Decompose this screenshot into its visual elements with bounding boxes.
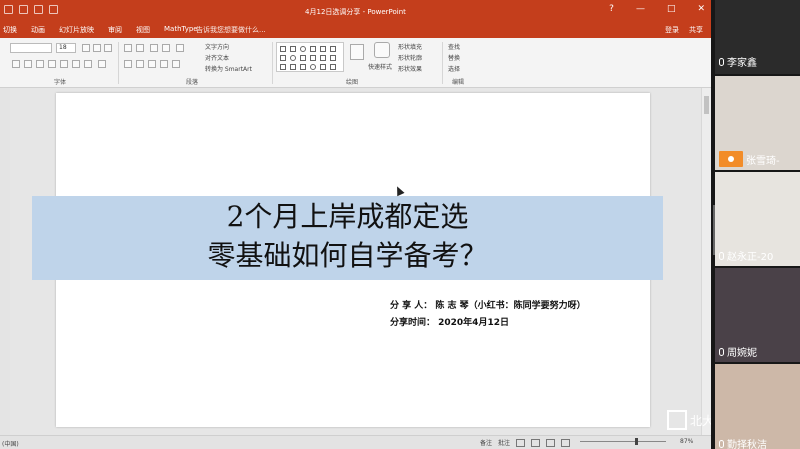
- bold-icon[interactable]: [12, 60, 20, 68]
- slide-title-line-2[interactable]: 零基础如何自学备考？: [32, 240, 663, 272]
- select-button[interactable]: 选择: [448, 64, 460, 73]
- quick-styles-icon[interactable]: [374, 42, 390, 58]
- numbering-icon[interactable]: [136, 44, 144, 52]
- zoom-slider-knob[interactable]: [635, 438, 638, 445]
- slide-title-line-1[interactable]: 2个月上岸成都定选: [32, 201, 663, 233]
- mic-icon: [719, 439, 724, 448]
- title-bar: 4月12日选调分享 - PowerPoint ? — □ ✕: [0, 0, 711, 22]
- comments-button[interactable]: 批注: [498, 438, 510, 447]
- participant-tile[interactable]: 勤择秋洁: [715, 364, 800, 449]
- decrease-indent-icon[interactable]: [150, 44, 158, 52]
- date-line[interactable]: 分享时间： 2020年4月12日: [390, 315, 509, 328]
- justify-icon[interactable]: [160, 60, 168, 68]
- tell-me-search[interactable]: 告诉我您想要做什么...: [196, 25, 266, 35]
- tab-animations[interactable]: 动画: [31, 25, 45, 35]
- grow-font-icon[interactable]: [82, 44, 90, 52]
- share-button[interactable]: 共享: [689, 25, 703, 35]
- mic-icon: [719, 251, 724, 260]
- participant-name: 张雪琦-: [719, 151, 780, 167]
- participant-name: 李家鑫: [719, 54, 757, 69]
- smartart-button[interactable]: 转换为 SmartArt: [205, 64, 252, 73]
- underline-icon[interactable]: [36, 60, 44, 68]
- window-controls: ? — □ ✕: [609, 4, 705, 14]
- tab-review[interactable]: 审阅: [108, 25, 122, 35]
- close-button[interactable]: ✕: [697, 4, 705, 14]
- tab-transitions[interactable]: 切换: [3, 25, 17, 35]
- tab-slideshow[interactable]: 幻灯片放映: [59, 25, 94, 35]
- ribbon-tab-bar: 切换 动画 幻灯片放映 审阅 视图 MathType 告诉我您想要做什么... …: [0, 22, 711, 38]
- zoom-level[interactable]: 87%: [680, 438, 693, 445]
- char-spacing-icon[interactable]: [72, 60, 80, 68]
- align-text-button[interactable]: 对齐文本: [205, 53, 229, 62]
- scrollbar-thumb[interactable]: [704, 96, 709, 114]
- group-label-editing: 编辑: [452, 79, 465, 86]
- normal-view-icon[interactable]: [516, 438, 526, 447]
- minimize-button[interactable]: —: [636, 4, 645, 14]
- tab-view[interactable]: 视图: [136, 25, 150, 35]
- find-button[interactable]: 查找: [448, 42, 460, 51]
- zoom-slider[interactable]: [580, 438, 666, 445]
- columns-icon[interactable]: [172, 60, 180, 68]
- shadow-icon[interactable]: [48, 60, 56, 68]
- shape-outline-button[interactable]: 形状轮廓: [398, 53, 422, 62]
- ribbon-separator: [442, 42, 443, 84]
- vertical-scrollbar[interactable]: [701, 88, 711, 435]
- slide-sorter-icon[interactable]: [531, 438, 541, 447]
- shape-effects-button[interactable]: 形状效果: [398, 64, 422, 73]
- maximize-button[interactable]: □: [667, 4, 676, 14]
- tab-mathtype[interactable]: MathType: [164, 25, 198, 35]
- notes-button[interactable]: 备注: [480, 438, 492, 447]
- ribbon: 18 字体 文字方向 对齐文本 转换为 SmartArt 段落 快速样式 形状填…: [0, 38, 711, 88]
- slideshow-view-icon[interactable]: [561, 438, 571, 447]
- bullets-icon[interactable]: [124, 44, 132, 52]
- font-color-icon[interactable]: [98, 60, 106, 68]
- participant-name: 周婉妮: [719, 344, 757, 359]
- participant-tile[interactable]: 赵永正-20: [715, 172, 800, 266]
- shrink-font-icon[interactable]: [93, 44, 101, 52]
- shape-fill-button[interactable]: 形状填充: [398, 42, 422, 51]
- quick-styles-button[interactable]: 快速样式: [368, 62, 392, 71]
- ribbon-separator: [272, 42, 273, 84]
- status-bar: (中国) 备注 批注: [0, 435, 711, 449]
- align-left-icon[interactable]: [124, 60, 132, 68]
- replace-button[interactable]: 替换: [448, 53, 460, 62]
- group-label-drawing: 绘图: [346, 79, 359, 86]
- case-icon[interactable]: [84, 60, 92, 68]
- speaking-indicator-icon: [719, 151, 743, 167]
- library-logo-icon: [667, 410, 687, 430]
- help-button[interactable]: ?: [609, 4, 614, 14]
- participant-name: 赵永正-20: [719, 248, 773, 263]
- mic-icon: [719, 347, 724, 356]
- participant-tile[interactable]: 李家鑫: [715, 0, 800, 74]
- participant-tile[interactable]: 张雪琦-: [715, 76, 800, 170]
- align-center-icon[interactable]: [136, 60, 144, 68]
- presenter-line[interactable]: 分 享 人： 陈 志 琴（小红书：陈同学要努力呀）: [390, 298, 586, 311]
- font-name-box[interactable]: [10, 43, 52, 53]
- strikethrough-icon[interactable]: [60, 60, 68, 68]
- participant-name: 勤择秋洁: [719, 436, 767, 449]
- group-label-font: 字体: [54, 79, 67, 86]
- increase-indent-icon[interactable]: [162, 44, 170, 52]
- arrange-icon[interactable]: [350, 44, 364, 60]
- font-size-box[interactable]: 18: [56, 43, 76, 53]
- italic-icon[interactable]: [24, 60, 32, 68]
- participant-tile[interactable]: 周婉妮: [715, 268, 800, 362]
- align-right-icon[interactable]: [148, 60, 156, 68]
- line-spacing-icon[interactable]: [176, 44, 184, 52]
- thumbnail-pane-edge: [0, 88, 10, 435]
- group-label-paragraph: 段落: [186, 79, 199, 86]
- ribbon-separator: [118, 42, 119, 84]
- shapes-gallery[interactable]: [276, 42, 344, 72]
- screen: 4月12日选调分享 - PowerPoint ? — □ ✕ 切换 动画 幻灯片…: [0, 0, 800, 449]
- language-indicator: (中国): [2, 441, 19, 448]
- document-title: 4月12日选调分享 - PowerPoint: [305, 8, 406, 16]
- reading-view-icon[interactable]: [546, 438, 556, 447]
- text-direction-button[interactable]: 文字方向: [205, 42, 229, 51]
- mic-icon: [719, 57, 724, 66]
- powerpoint-window: 4月12日选调分享 - PowerPoint ? — □ ✕ 切换 动画 幻灯片…: [0, 0, 711, 449]
- clear-format-icon[interactable]: [104, 44, 112, 52]
- signin-link[interactable]: 登录: [665, 25, 679, 35]
